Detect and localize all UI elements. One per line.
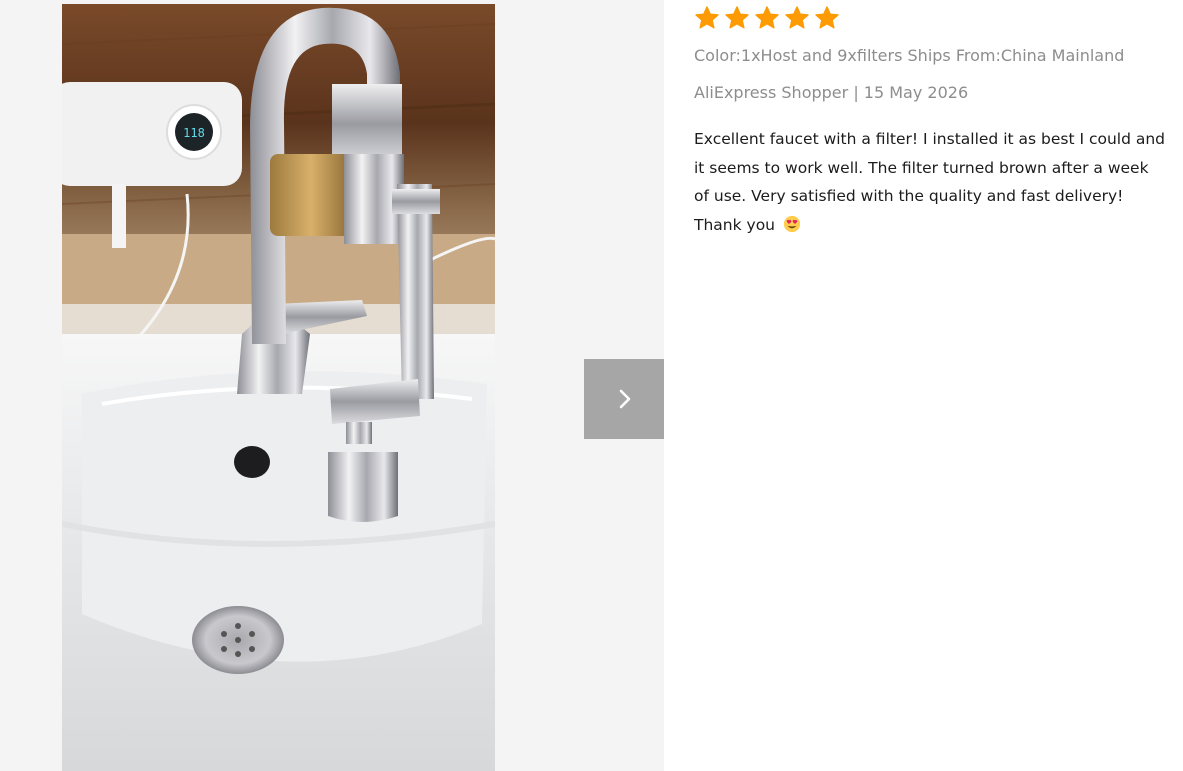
chevron-right-icon <box>619 389 631 409</box>
next-image-button[interactable] <box>584 359 664 439</box>
star-icon <box>815 6 839 29</box>
review-text: Excellent faucet with a filter! I instal… <box>694 130 1166 234</box>
separator: | <box>853 83 859 102</box>
review-date: 15 May 2026 <box>863 83 969 102</box>
star-icon <box>695 6 719 29</box>
review-panel: Color:1xHost and 9xfilters Ships From:Ch… <box>694 0 1174 239</box>
svg-text:118: 118 <box>183 126 205 140</box>
star-icon <box>755 6 779 29</box>
image-viewer: 118 <box>0 0 664 771</box>
smiling-face-with-heart-eyes-icon <box>783 215 801 232</box>
review-author-line: AliExpress Shopper | 15 May 2026 <box>694 83 1174 102</box>
star-icon <box>725 6 749 29</box>
review-body: Excellent faucet with a filter! I instal… <box>694 125 1166 239</box>
review-sku-info: Color:1xHost and 9xfilters Ships From:Ch… <box>694 46 1125 65</box>
review-photo[interactable]: 118 <box>62 4 495 771</box>
star-icon <box>785 6 809 29</box>
star-rating <box>694 5 1174 33</box>
faucet-photo-illustration: 118 <box>62 4 495 771</box>
review-author: AliExpress Shopper <box>694 83 849 102</box>
